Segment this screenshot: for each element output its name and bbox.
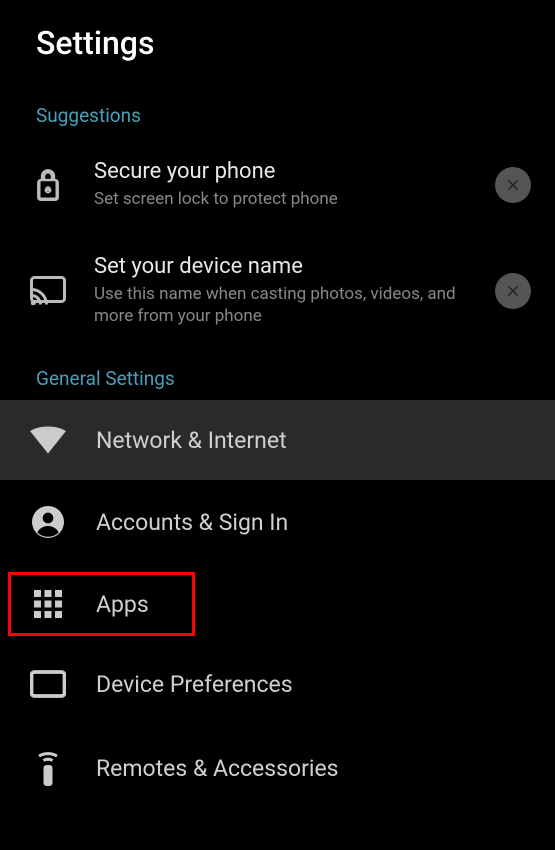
apps-grid-icon — [26, 590, 70, 618]
settings-item-label: Accounts & Sign In — [96, 509, 288, 536]
suggestion-title: Set your device name — [94, 254, 471, 279]
settings-item-apps[interactable]: Apps — [0, 564, 555, 644]
settings-item-accounts[interactable]: Accounts & Sign In — [0, 480, 555, 564]
settings-item-network[interactable]: Network & Internet — [0, 400, 555, 480]
suggestion-title: Secure your phone — [94, 159, 471, 184]
account-icon — [26, 506, 70, 538]
suggestion-subtitle: Set screen lock to protect phone — [94, 188, 471, 210]
suggestion-device-name[interactable]: Set your device name Use this name when … — [0, 232, 555, 349]
lock-icon — [26, 167, 70, 203]
close-icon — [504, 282, 522, 300]
settings-item-label: Remotes & Accessories — [96, 755, 339, 782]
page-title: Settings — [36, 24, 519, 62]
display-icon — [26, 670, 70, 698]
dismiss-button[interactable] — [495, 273, 531, 309]
settings-item-label: Device Preferences — [96, 671, 293, 698]
suggestion-text: Set your device name Use this name when … — [94, 254, 471, 327]
suggestion-subtitle: Use this name when casting photos, video… — [94, 283, 471, 327]
settings-item-label: Apps — [96, 591, 149, 618]
cast-icon — [26, 276, 70, 306]
suggestion-secure-phone[interactable]: Secure your phone Set screen lock to pro… — [0, 137, 555, 232]
suggestion-text: Secure your phone Set screen lock to pro… — [94, 159, 471, 210]
settings-item-device-prefs[interactable]: Device Preferences — [0, 644, 555, 724]
remote-icon — [26, 750, 70, 786]
general-settings-label: General Settings — [0, 349, 555, 400]
close-icon — [504, 176, 522, 194]
settings-header: Settings — [0, 0, 555, 86]
suggestions-label: Suggestions — [0, 86, 555, 137]
settings-item-remotes[interactable]: Remotes & Accessories — [0, 724, 555, 812]
settings-item-label: Network & Internet — [96, 427, 287, 454]
dismiss-button[interactable] — [495, 167, 531, 203]
wifi-icon — [26, 426, 70, 454]
